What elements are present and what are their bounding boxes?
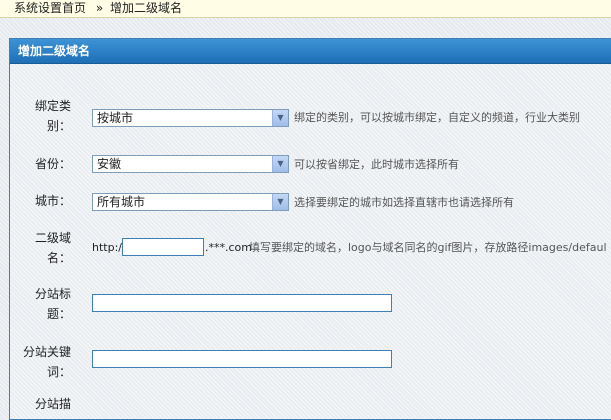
- breadcrumb-current: 增加二级域名: [110, 1, 183, 15]
- bind-type-hint: 绑定的类别，可以按城市绑定，自定义的频道，行业大类别: [294, 111, 580, 124]
- site-keywords-label-line1: 分站关键: [22, 345, 71, 359]
- site-keywords-input[interactable]: [92, 350, 392, 368]
- city-label: 城市：: [34, 194, 71, 208]
- subdomain-label-line1: 二级域: [34, 231, 71, 245]
- city-select-value: 所有城市: [97, 195, 146, 209]
- chevron-down-icon[interactable]: ▼: [272, 110, 288, 126]
- site-title-input[interactable]: [92, 294, 392, 312]
- panel-title: 增加二级域名: [10, 39, 611, 64]
- province-hint: 可以按省绑定，此时城市选择所有: [294, 158, 459, 171]
- subdomain-label: 二级域 名：: [11, 228, 71, 268]
- site-keywords-label-line2: 词：: [46, 365, 71, 379]
- province-label: 省份：: [34, 157, 71, 171]
- subdomain-prefix: http://: [92, 241, 126, 254]
- breadcrumb: 系统设置首页 » 增加二级域名: [0, 0, 611, 18]
- bind-type-label-line2: 别：: [46, 119, 71, 133]
- site-keywords-label: 分站关键 词：: [11, 342, 71, 382]
- subdomain-suffix: .***.com: [205, 241, 252, 254]
- subdomain-label-line2: 名：: [46, 251, 71, 265]
- bind-type-select-value: 按城市: [97, 111, 134, 125]
- province-select-value: 安徽: [97, 157, 122, 171]
- subdomain-input[interactable]: [122, 238, 204, 256]
- site-title-label: 分站标 题：: [11, 284, 71, 324]
- bind-type-select[interactable]: 按城市 ▼: [92, 109, 289, 127]
- breadcrumb-home-link[interactable]: 系统设置首页: [0, 1, 86, 15]
- chevron-down-icon[interactable]: ▼: [272, 156, 288, 172]
- site-title-label-line2: 题：: [46, 307, 71, 321]
- city-select[interactable]: 所有城市 ▼: [92, 193, 289, 211]
- city-hint: 选择要绑定的城市如选择直辖市也请选择所有: [294, 196, 514, 209]
- subdomain-hint: 填写要绑定的域名，logo与域名同名的gif图片，存放路径images/defa…: [249, 241, 607, 254]
- breadcrumb-separator: »: [95, 1, 104, 15]
- province-select[interactable]: 安徽 ▼: [92, 155, 289, 173]
- bind-type-label: 绑定类 别：: [11, 96, 71, 136]
- bind-type-label-line1: 绑定类: [34, 99, 71, 113]
- site-desc-label: 分站描: [34, 397, 71, 411]
- chevron-down-icon[interactable]: ▼: [272, 194, 288, 210]
- site-title-label-line1: 分站标: [34, 287, 71, 301]
